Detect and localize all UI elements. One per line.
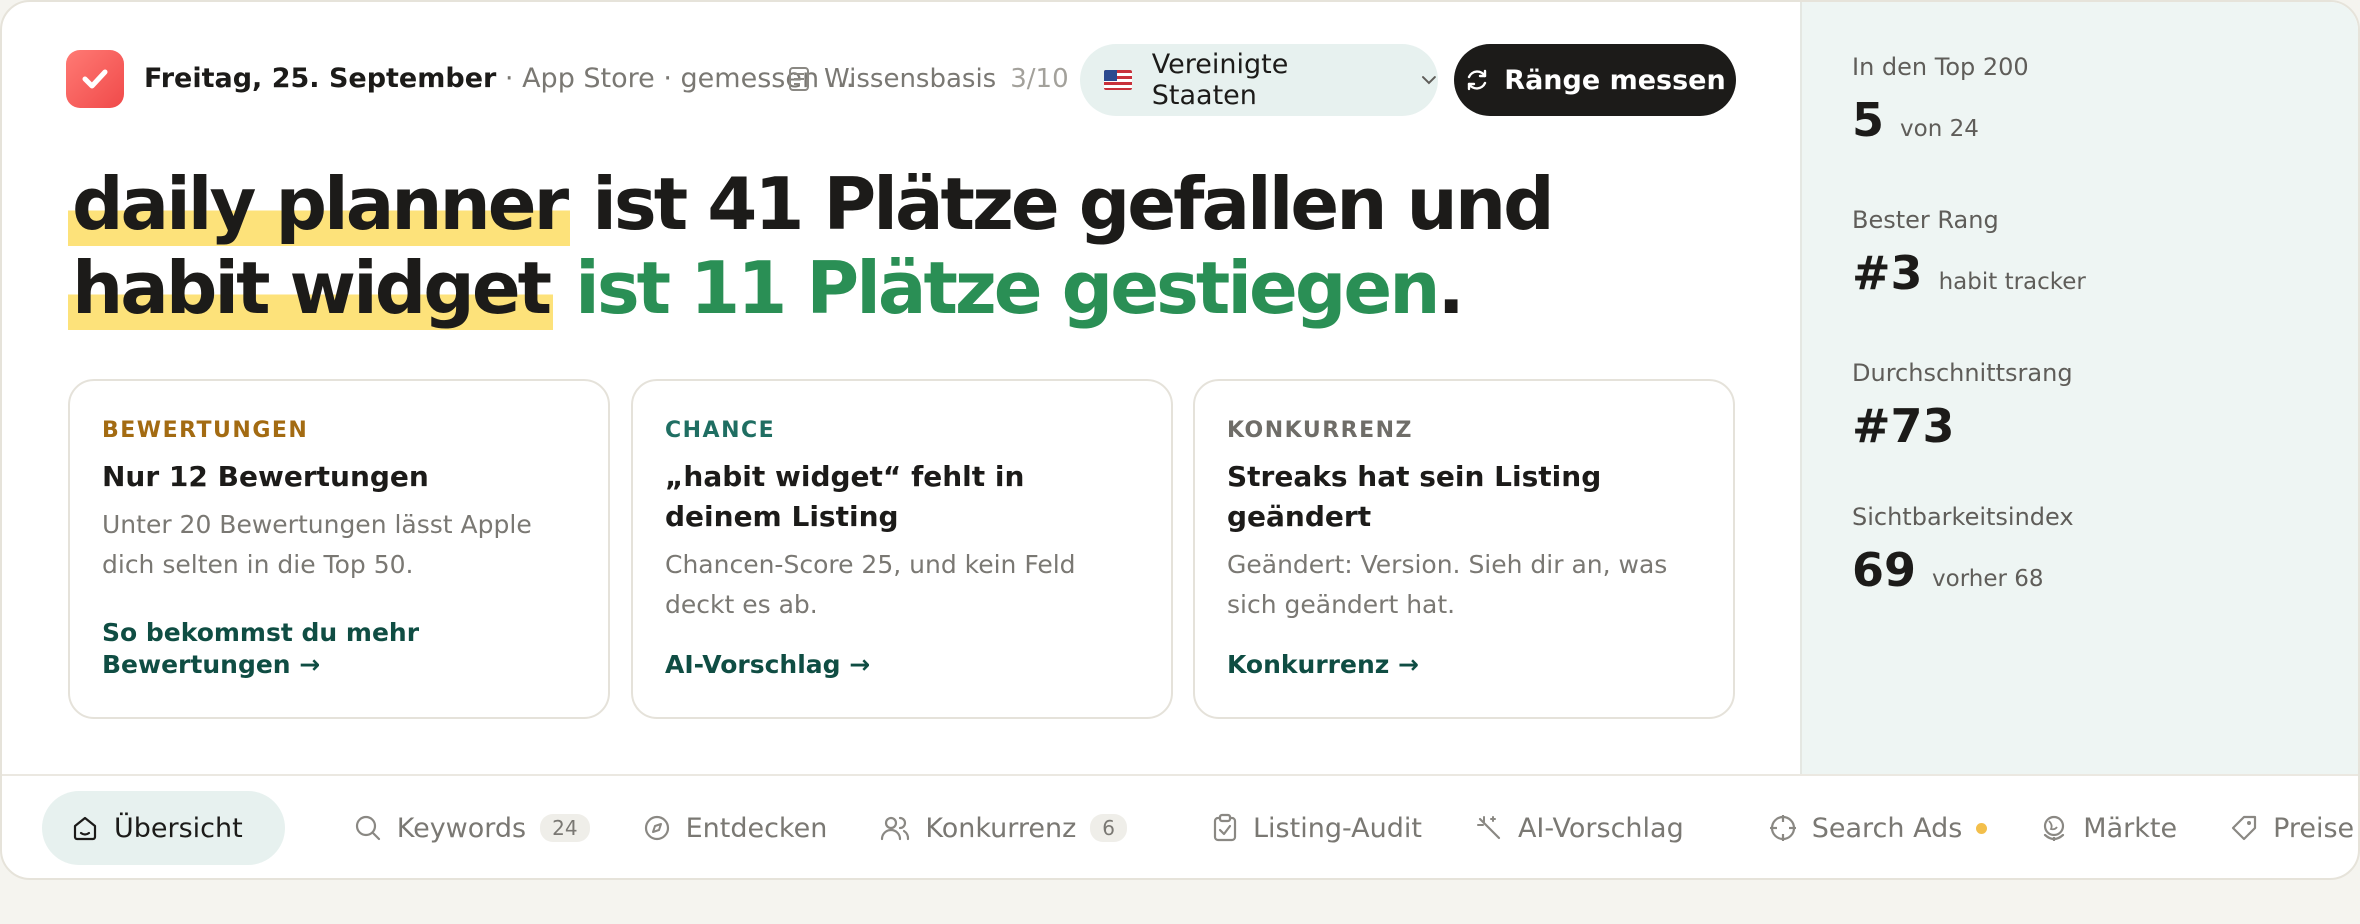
keyword-highlight: habit widget [68,246,554,330]
app-icon [66,50,124,108]
compass-icon [644,815,669,841]
measure-ranks-button[interactable]: Ränge messen [1454,44,1736,116]
headline-line-2: habit widget ist 11 Plätze gestiegen. [68,246,1552,330]
nav-tab-markets[interactable]: Märkte [2013,791,2203,865]
country-label: Vereinigte Staaten [1151,49,1289,111]
nav-tab-discover[interactable]: Entdecken [616,791,854,865]
stat-label: In den Top 200 [1852,53,2029,81]
us-flag-icon [1104,70,1132,90]
stat-sub: habit tracker [1938,269,2086,295]
nav-label: Entdecken [685,812,828,844]
insight-card-opportunity: CHANCE „habit widget“ fehlt in deinem Li… [631,379,1173,719]
stats-sidebar: In den Top 200 5 von 24 Bester Rang #3 h… [1800,2,2358,774]
bottom-nav: Übersicht Keywords 24 Entdecken Konkurre… [2,774,2358,878]
measure-ranks-label: Ränge messen [1504,64,1726,96]
nav-label: AI-Vorschlag [1517,812,1684,844]
document-icon [789,67,809,91]
headline-rise-text: ist 11 Plätze gestiegen [553,246,1440,330]
headline-line-1: daily planner ist 41 Plätze gefallen und [68,162,1555,246]
price-tag-icon [2231,815,2257,841]
nav-label: Übersicht [114,812,243,844]
stat-value: #73 [1852,399,1955,453]
headline: daily planner ist 41 Plätze gefallen und… [68,162,1555,330]
stat-sub: von 24 [1900,116,1979,142]
stat-visibility-index: Sichtbarkeitsindex 69 vorher 68 [1852,502,2358,607]
nav-tab-prices[interactable]: Preise [2203,791,2358,865]
stat-value: 5 [1852,93,1885,147]
knowledge-base-label: Wissensbasis [824,64,997,94]
app-window: Freitag, 25. September · App Store · gem… [0,0,2360,880]
nav-label: Search Ads [1811,812,1963,844]
card-kicker: BEWERTUNGEN [102,418,309,443]
stat-average-rank: Durchschnittsrang #73 [1852,358,2358,454]
insight-card-reviews: BEWERTUNGEN Nur 12 Bewertungen Unter 20 … [68,379,610,719]
knowledge-base-link[interactable]: Wissensbasis 3/10 [788,62,1069,96]
card-kicker: CHANCE [665,418,776,443]
nav-count-badge: 6 [1090,814,1128,842]
nav-tab-search-ads[interactable]: Search Ads [1742,791,2014,865]
nav-tab-overview[interactable]: Übersicht [42,791,285,865]
refresh-icon [1468,69,1487,91]
card-link-reviews[interactable]: So bekommst du mehr Bewertungen → [102,617,608,681]
stat-value: #3 [1852,246,1923,300]
stat-value: 69 [1852,543,1917,597]
card-title: Nur 12 Bewertungen [102,460,429,493]
nav-tab-keywords[interactable]: Keywords 24 [327,791,616,865]
stat-label: Bester Rang [1852,206,1999,234]
card-description: Geändert: Version. Sieh dir an, was sich… [1227,550,1668,619]
nav-label: Konkurrenz [925,812,1077,844]
card-description: Chancen-Score 25, und kein Feld deckt es… [665,550,1076,619]
card-link-competition[interactable]: Konkurrenz → [1227,649,1419,681]
chevron-down-icon [1422,76,1437,85]
stat-label: Sichtbarkeitsindex [1852,503,2074,531]
card-link-ai-suggestion[interactable]: AI-Vorschlag → [665,649,870,681]
headline-period: . [1437,246,1464,330]
knowledge-base-count: 3/10 [1010,64,1069,94]
header-status: Freitag, 25. September · App Store · gem… [144,62,855,96]
card-description: Unter 20 Bewertungen lässt Apple dich se… [102,510,532,579]
card-title: Streaks hat sein Listing geändert [1227,460,1602,533]
header-date: Freitag, 25. September [144,63,497,94]
clipboard-check-icon [1213,813,1237,842]
home-icon [73,816,97,841]
search-icon [355,815,380,841]
nav-count-badge: 24 [540,814,590,842]
globe-icon [2044,815,2065,841]
magic-wand-icon [1476,816,1501,840]
card-title: „habit widget“ fehlt in deinem Listing [665,460,1025,533]
stat-best-rank: Bester Rang #3 habit tracker [1852,205,2358,310]
nav-tab-listing-audit[interactable]: Listing-Audit [1185,791,1448,865]
stat-top-200: In den Top 200 5 von 24 [1852,52,2358,157]
nav-label: Märkte [2083,812,2178,844]
nav-label: Preise [2273,812,2355,844]
nav-tab-ai-suggestion[interactable]: AI-Vorschlag [1448,791,1710,865]
country-selector[interactable]: Vereinigte Staaten [1080,44,1438,116]
insight-card-competition: KONKURRENZ Streaks hat sein Listing geän… [1193,379,1735,719]
nav-label: Keywords [396,812,527,844]
card-kicker: KONKURRENZ [1227,418,1413,443]
stat-label: Durchschnittsrang [1852,359,2073,387]
crosshair-icon [1769,815,1796,841]
status-dot [1976,822,1988,834]
main-panel: Freitag, 25. September · App Store · gem… [2,2,1800,774]
keyword-highlight: daily planner [68,162,571,246]
nav-label: Listing-Audit [1253,812,1422,844]
checkmark-icon [82,69,108,89]
users-icon [881,816,910,841]
nav-tab-competition[interactable]: Konkurrenz 6 [853,791,1153,865]
stat-sub: vorher 68 [1932,566,2044,592]
headline-text: ist 41 Plätze gefallen und [570,162,1554,246]
